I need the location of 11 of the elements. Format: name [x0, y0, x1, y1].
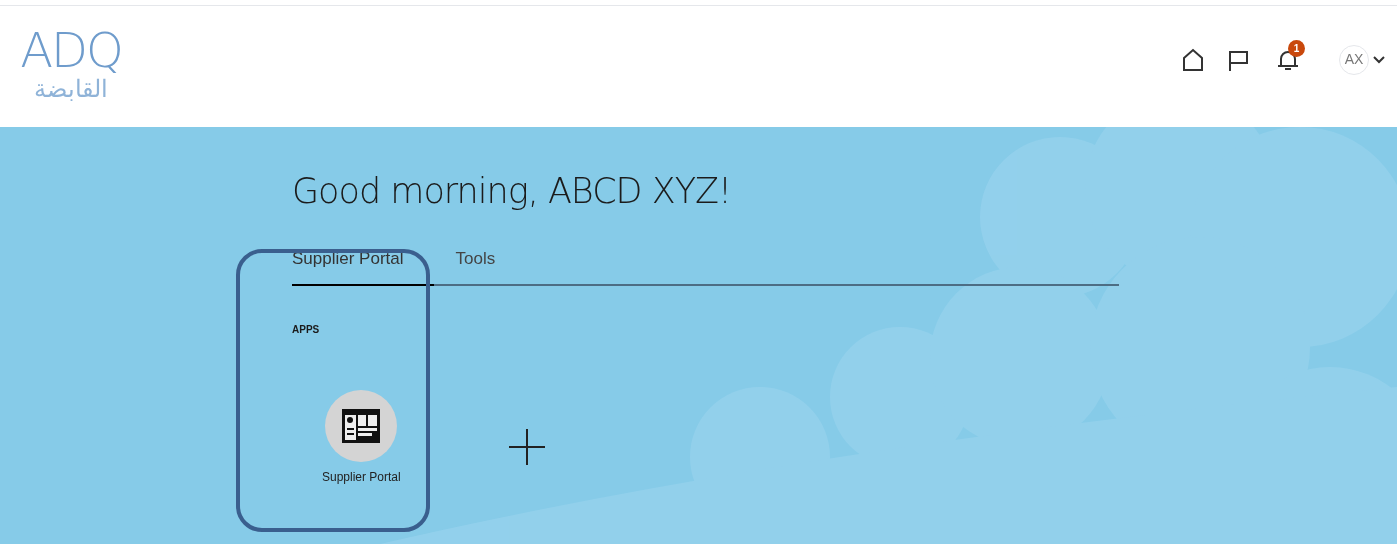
tab[interactable]: Tools: [433, 246, 518, 286]
notification-count-badge: 1: [1288, 39, 1305, 57]
flag-icon[interactable]: [1227, 48, 1249, 71]
logo-wordmark: ADQ: [20, 24, 122, 75]
greeting-heading: Good morning, ABCD XYZ!: [292, 170, 733, 213]
section-heading: APPS: [292, 322, 321, 337]
home-icon[interactable]: [1181, 47, 1205, 72]
app-label[interactable]: Supplier Portal: [322, 467, 401, 486]
chevron-down-icon[interactable]: [1373, 55, 1385, 64]
add-icon[interactable]: [508, 428, 545, 465]
logo-subtitle: القابضة: [34, 74, 108, 103]
